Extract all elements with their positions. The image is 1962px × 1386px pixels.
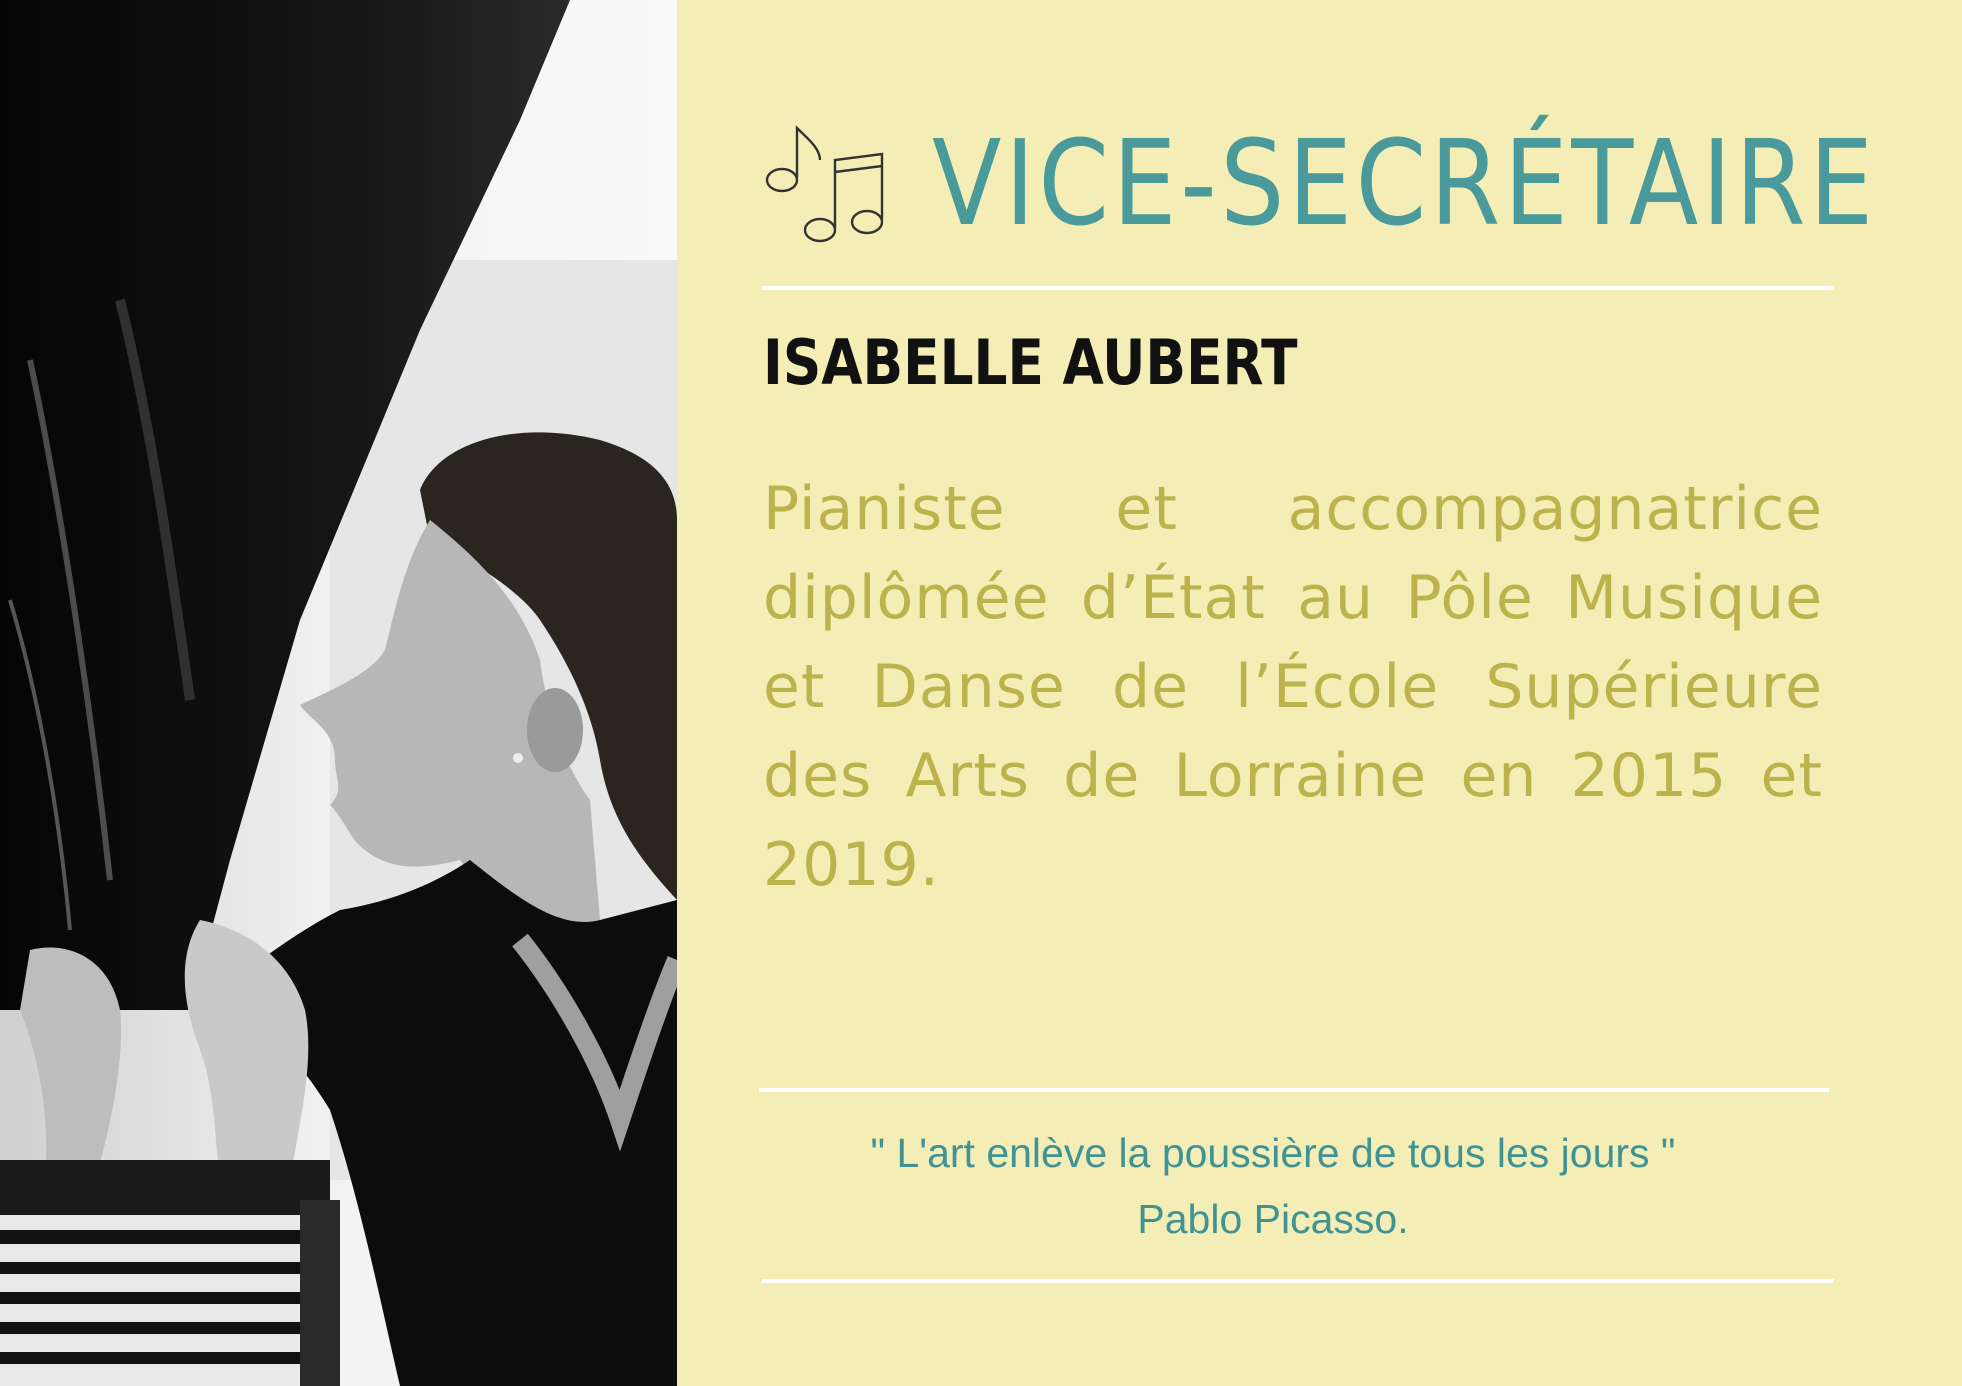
page-title: VICE-SECRÉTAIRE	[932, 114, 1877, 252]
info-panel: VICE-SECRÉTAIRE ISABELLE AUBERT Pianiste…	[677, 0, 1962, 1386]
quote-text: " L'art enlève la poussière de tous les …	[870, 1130, 1676, 1176]
quote-top-divider	[759, 1088, 1829, 1092]
person-name: ISABELLE AUBERT	[763, 326, 1298, 399]
quote-block: " L'art enlève la poussière de tous les …	[757, 1120, 1789, 1252]
title-row: VICE-SECRÉTAIRE	[762, 118, 1962, 248]
quote-author: Pablo Picasso.	[1137, 1196, 1409, 1242]
title-divider	[762, 286, 1834, 290]
person-bio: Pianiste et accompagnatrice diplômée d’É…	[763, 474, 1823, 900]
portrait-photo	[0, 0, 677, 1386]
quote-bottom-divider	[762, 1279, 1834, 1283]
music-notes-icon	[765, 125, 884, 243]
